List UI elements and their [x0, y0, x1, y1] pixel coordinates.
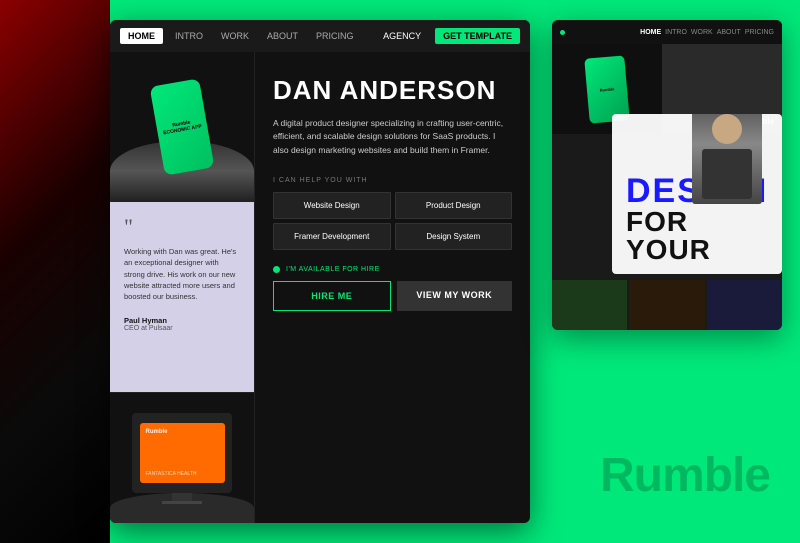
phone-card: Rumble ECONOMIC APP [110, 52, 254, 202]
services-label: I CAN HELP YOU WITH [273, 177, 512, 184]
person-photo [692, 114, 762, 204]
right-column: DAN ANDERSON A digital product designer … [255, 52, 530, 523]
person-head [712, 114, 742, 144]
service-product-design[interactable]: Product Design [395, 192, 513, 219]
hero-description: A digital product designer specializing … [273, 117, 512, 158]
hire-me-button[interactable]: HIRE ME [273, 281, 391, 311]
hero-name: DAN ANDERSON [273, 76, 512, 105]
monitor-screen: Rumble FANTASTICA HEALTH [140, 423, 225, 483]
second-bottom-strip [552, 280, 782, 330]
second-window: HOME INTRO WORK ABOUT PRICING Rumble Rum… [552, 20, 782, 330]
second-nav-about[interactable]: ABOUT [717, 29, 741, 36]
monitor-mockup: Rumble FANTASTICA HEALTH [132, 413, 232, 493]
available-row: I'M AVAILABLE FOR HIRE [273, 266, 512, 273]
strip-item-2 [629, 280, 704, 330]
available-text: I'M AVAILABLE FOR HIRE [286, 266, 380, 273]
cta-row: HIRE ME VIEW MY WORK [273, 281, 512, 311]
testimonial-card: " Working with Dan was great. He's an ex… [110, 202, 254, 393]
service-design-system[interactable]: Design System [395, 223, 513, 250]
service-framer-dev[interactable]: Framer Development [273, 223, 391, 250]
second-logo-dot [560, 30, 565, 35]
testimonial-text: Working with Dan was great. He's an exce… [124, 246, 240, 302]
nav-home-button[interactable]: HOME [120, 28, 163, 44]
left-column: Rumble ECONOMIC APP " Working with Dan w… [110, 52, 255, 523]
brand-name: Rumble [600, 448, 770, 503]
second-nav-work[interactable]: WORK [691, 29, 713, 36]
monitor-sub: FANTASTICA HEALTH [146, 471, 197, 477]
person-body [702, 149, 752, 199]
second-nav-items: HOME INTRO WORK ABOUT PRICING [640, 29, 774, 36]
second-content: Rumble Rumble DESIGN FOR YOUR [552, 44, 782, 330]
view-work-button[interactable]: VIEW MY WORK [397, 281, 513, 311]
design-card: DESIGN FOR YOUR [612, 114, 782, 274]
second-phone-text: Rumble [599, 86, 614, 92]
services-grid: Website Design Product Design Framer Dev… [273, 192, 512, 250]
strip-item-3 [707, 280, 782, 330]
second-nav: HOME INTRO WORK ABOUT PRICING [552, 20, 782, 44]
nav-agency[interactable]: AGENCY [375, 28, 429, 44]
for-your-text: FOR YOUR [626, 208, 768, 264]
second-nav-home[interactable]: HOME [640, 29, 661, 36]
strip-item-1 [552, 280, 627, 330]
second-nav-pricing[interactable]: PRICING [745, 29, 774, 36]
nav-pricing[interactable]: PRICING [310, 28, 360, 44]
main-window: HOME INTRO WORK ABOUT PRICING AGENCY GET… [110, 20, 530, 523]
nav-template-button[interactable]: GET TEMPLATE [435, 28, 520, 44]
author-title: CEO at Pulsaar [124, 325, 240, 332]
author-name: Paul Hyman [124, 316, 240, 325]
monitor-stand [172, 493, 192, 501]
brand-section: Rumble [600, 448, 770, 503]
available-dot [273, 266, 280, 273]
phone-screen: Rumble ECONOMIC APP [150, 78, 215, 175]
nav-bar: HOME INTRO WORK ABOUT PRICING AGENCY GET… [110, 20, 530, 52]
nav-about[interactable]: ABOUT [261, 28, 304, 44]
monitor-wrapper: Rumble FANTASTICA HEALTH [132, 413, 232, 504]
monitor-brand: Rumble [146, 429, 168, 435]
second-phone: Rumble [584, 55, 630, 123]
phone-mockup: Rumble ECONOMIC APP [142, 67, 222, 187]
second-nav-intro[interactable]: INTRO [665, 29, 687, 36]
service-website-design[interactable]: Website Design [273, 192, 391, 219]
testimonial-author: Paul Hyman CEO at Pulsaar [124, 316, 240, 332]
nav-intro[interactable]: INTRO [169, 28, 209, 44]
monitor-base [162, 501, 202, 504]
phone-brand-text: Rumble ECONOMIC APP [162, 117, 202, 136]
quote-mark: " [124, 216, 240, 238]
monitor-card: Rumble FANTASTICA HEALTH [110, 393, 254, 523]
left-panel [0, 0, 110, 543]
nav-work[interactable]: WORK [215, 28, 255, 44]
content-area: Rumble ECONOMIC APP " Working with Dan w… [110, 52, 530, 523]
